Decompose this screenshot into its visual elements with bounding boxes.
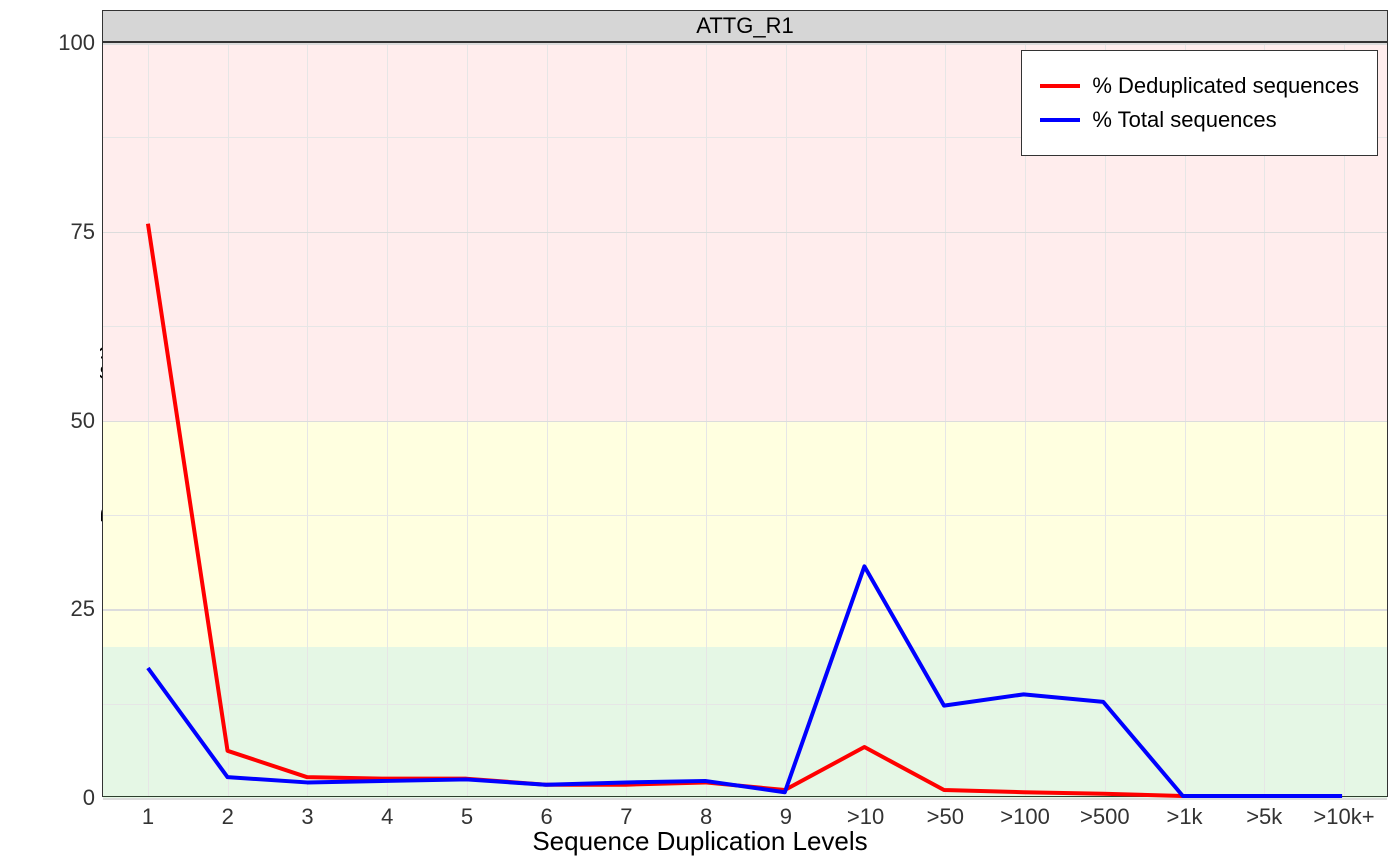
legend-text-dedup: % Deduplicated sequences — [1092, 73, 1359, 99]
plot-frame: ATTG_R1 123456789>10>50>100>500>1k>5k>10… — [102, 10, 1388, 797]
legend-swatch-blue — [1040, 118, 1080, 122]
legend-item-total: % Total sequences — [1040, 107, 1359, 133]
legend-swatch-red — [1040, 84, 1080, 88]
chart-container: Percentage (%) Sequence Duplication Leve… — [0, 0, 1400, 865]
legend-item-dedup: % Deduplicated sequences — [1040, 73, 1359, 99]
x-tick-label: 2 — [222, 804, 234, 830]
y-tick-label: 75 — [71, 219, 95, 245]
x-tick-label: >10 — [847, 804, 884, 830]
legend-text-total: % Total sequences — [1092, 107, 1276, 133]
x-tick-label: 9 — [780, 804, 792, 830]
chart-title: ATTG_R1 — [696, 13, 793, 39]
x-tick-label: >1k — [1166, 804, 1202, 830]
x-tick-label: 1 — [142, 804, 154, 830]
series-line — [148, 224, 1342, 796]
x-tick-label: >50 — [927, 804, 964, 830]
y-tick-label: 25 — [71, 596, 95, 622]
grid-line-horizontal — [103, 798, 1387, 800]
x-tick-label: >5k — [1246, 804, 1282, 830]
x-tick-label: 4 — [381, 804, 393, 830]
x-tick-label: 5 — [461, 804, 473, 830]
facet-strip: ATTG_R1 — [102, 10, 1388, 42]
series-line — [148, 566, 1342, 796]
legend: % Deduplicated sequences % Total sequenc… — [1021, 50, 1378, 156]
x-axis-label: Sequence Duplication Levels — [532, 826, 867, 857]
y-tick-label: 100 — [58, 30, 95, 56]
x-tick-label: 8 — [700, 804, 712, 830]
x-tick-label: >500 — [1080, 804, 1130, 830]
x-tick-label: 3 — [301, 804, 313, 830]
x-tick-label: 6 — [541, 804, 553, 830]
y-tick-label: 0 — [83, 785, 95, 811]
y-tick-label: 50 — [71, 408, 95, 434]
x-tick-label: >100 — [1000, 804, 1050, 830]
x-tick-label: 7 — [620, 804, 632, 830]
x-tick-label: >10k+ — [1313, 804, 1374, 830]
